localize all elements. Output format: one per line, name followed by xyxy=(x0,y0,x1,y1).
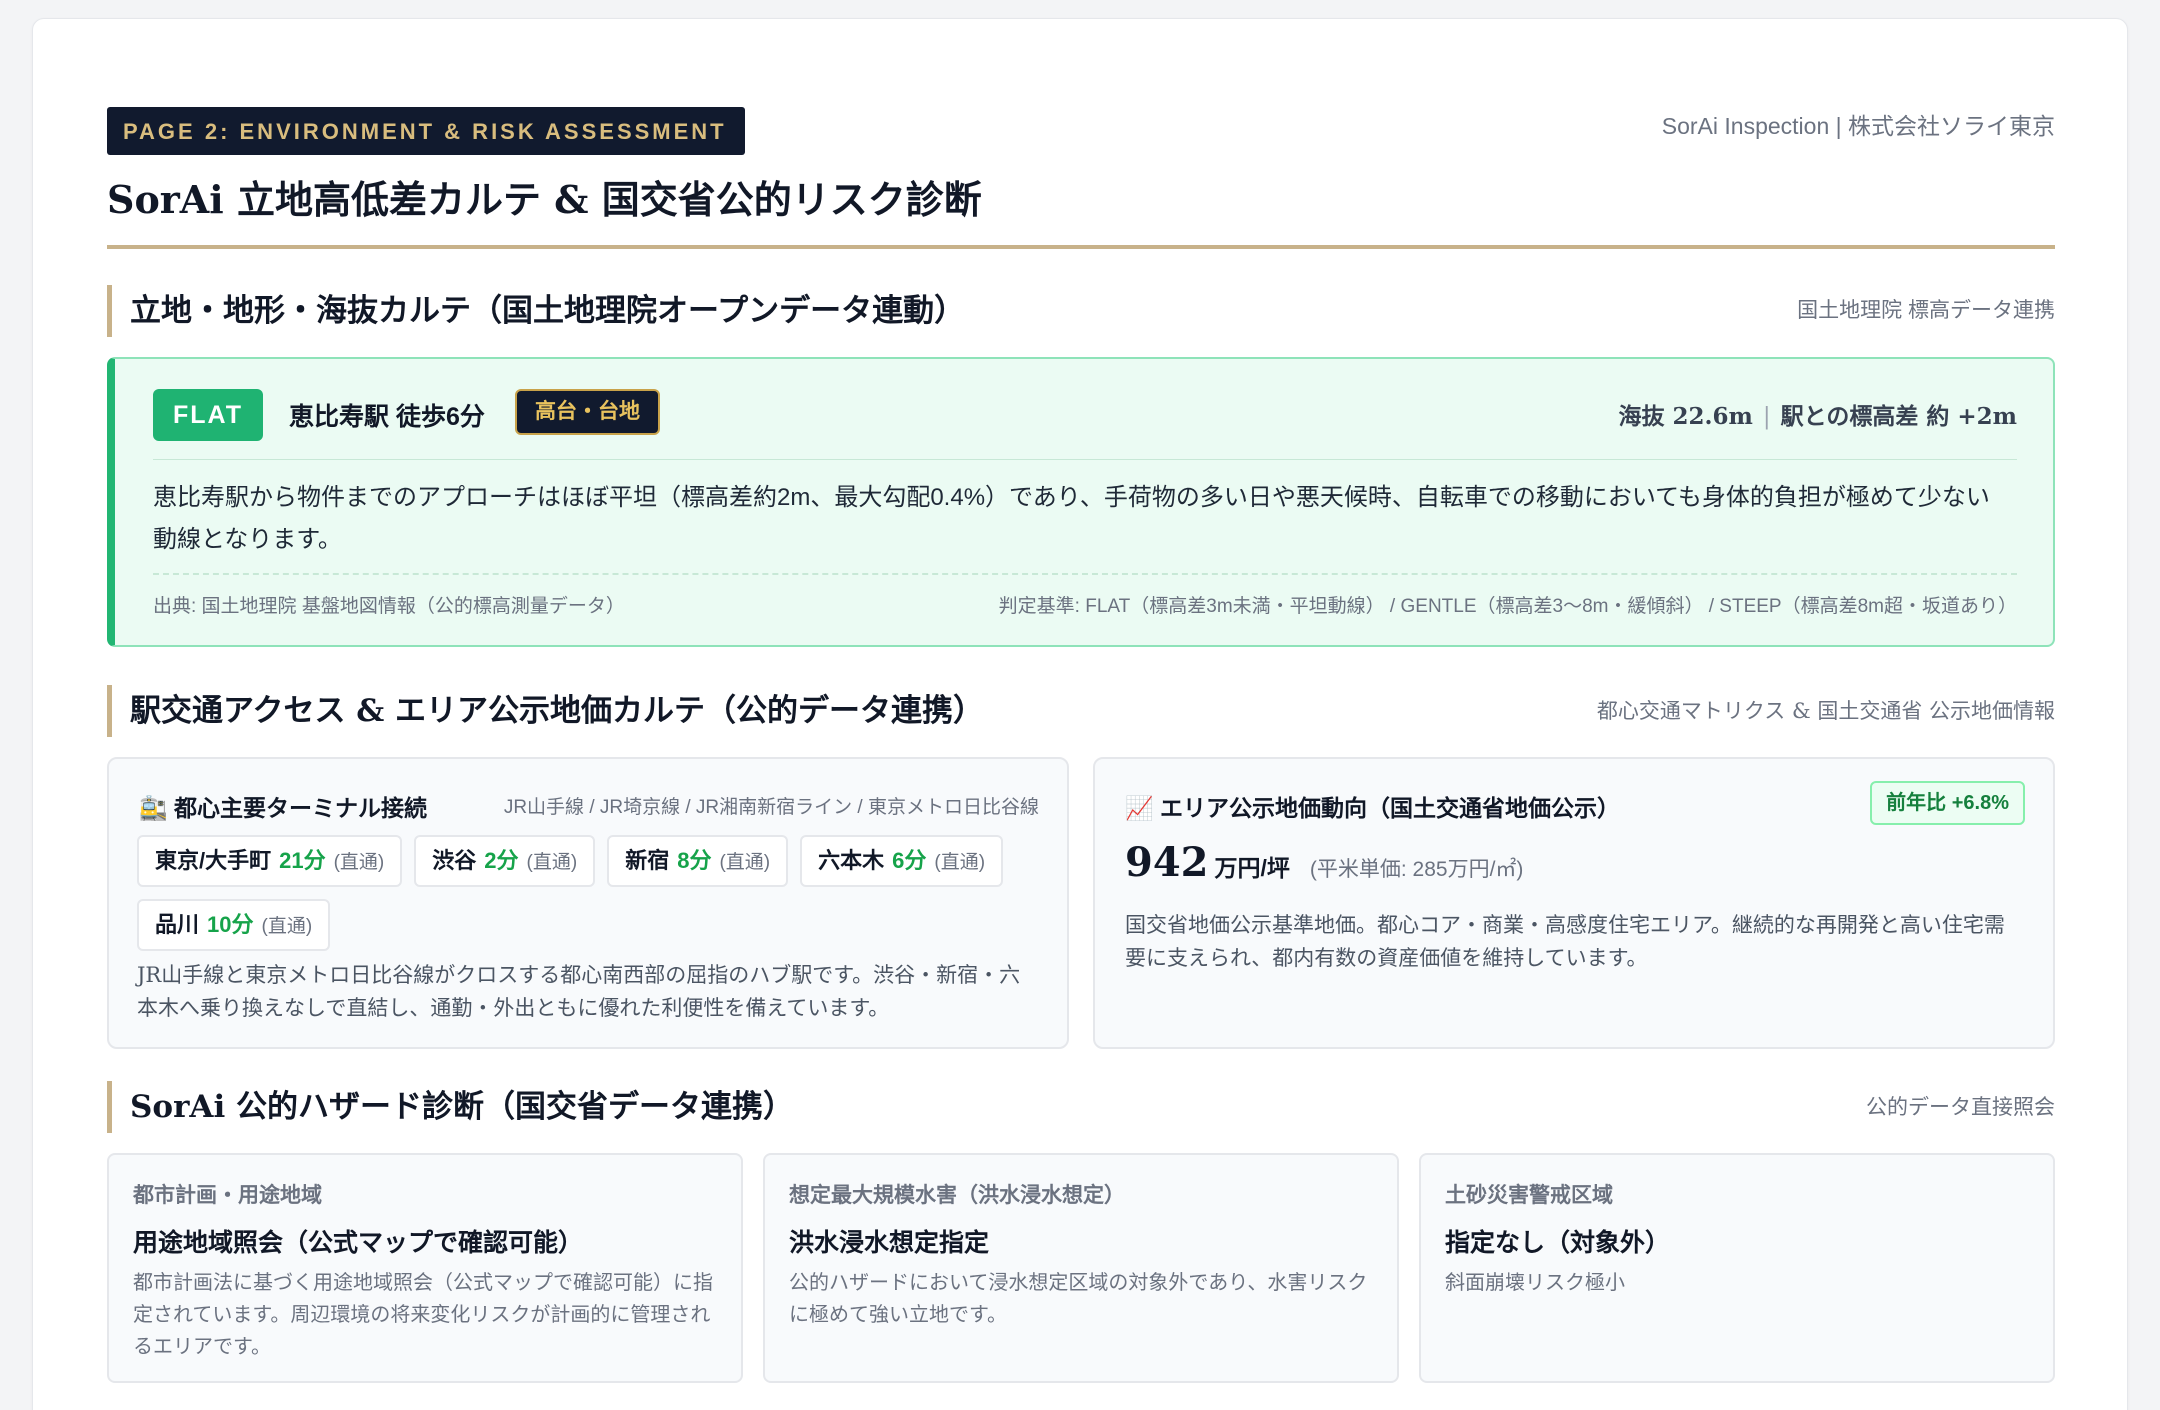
elevation-separator: | xyxy=(1762,404,1771,430)
destination-name: 東京/大手町 xyxy=(155,848,272,873)
hazard-label: 都市計画・用途地域 xyxy=(133,1184,322,1207)
destination-minutes: 21分 xyxy=(279,848,326,873)
land-price-title: 📈 エリア公示地価動向（国土交通省地価公示） xyxy=(1125,789,1620,823)
hazard-card-landslide: 土砂災害警戒区域 指定なし（対象外） 斜面崩壊リスク極小 xyxy=(1419,1153,2055,1383)
page-content: PAGE 2: ENVIRONMENT & RISK ASSESSMENT So… xyxy=(107,89,2055,1383)
yoy-badge: 前年比 +6.8% xyxy=(1870,781,2025,825)
terrain-source: 出典: 国土地理院 基盤地図情報（公的標高測量データ） xyxy=(153,596,625,617)
hazard-label: 想定最大規模水害（洪水浸水想定） xyxy=(789,1184,1125,1207)
destination-chip: 東京/大手町 21分 (直通) xyxy=(137,835,403,887)
destination-chip: 品川 10分 (直通) xyxy=(137,899,331,951)
page-header: PAGE 2: ENVIRONMENT & RISK ASSESSMENT So… xyxy=(107,89,2055,249)
terrain-section-header: 立地・地形・海抜カルテ（国土地理院オープンデータ連動） 国土地理院 標高データ連… xyxy=(107,285,2055,337)
destination-chip: 新宿 8分 (直通) xyxy=(607,835,789,887)
hazard-description: 都市計画法に基づく用途地域照会（公式マップで確認可能）に指定されています。周辺環… xyxy=(133,1272,713,1358)
transit-description: JR山手線と東京メトロ日比谷線がクロスする都心南西部の屈指のハブ駅です。渋谷・新… xyxy=(137,963,1021,1020)
price-number: 942 xyxy=(1125,839,1209,886)
destination-chips: 東京/大手町 21分 (直通) 渋谷 2分 (直通) 新宿 8分 (直通) 六本木 6分 (直通… xyxy=(137,835,1037,951)
destination-name: 品川 xyxy=(155,912,200,937)
destination-note: (直通) xyxy=(261,916,313,937)
hazard-value: 用途地域照会（公式マップで確認可能） xyxy=(133,1229,584,1257)
station-walk: 恵比寿駅 徒歩6分 xyxy=(289,403,485,431)
destination-name: 新宿 xyxy=(625,848,670,873)
elevation-info: 海抜 22.6m | 駅との標高差 約 +2m xyxy=(1618,397,2017,431)
destination-chip: 六本木 6分 (直通) xyxy=(800,835,1004,887)
transit-lines: JR山手線 / JR埼京線 / JR湘南新宿ライン / 東京メトロ日比谷線 xyxy=(503,797,1039,818)
terrain-section-note: 国土地理院 標高データ連携 xyxy=(1797,299,2055,322)
hazard-card-flood: 想定最大規模水害（洪水浸水想定） 洪水浸水想定指定 公的ハザードにおいて浸水想定… xyxy=(763,1153,1399,1383)
page-title: SorAi 立地高低差カルテ & 国交省公的リスク診断 xyxy=(107,177,982,222)
destination-note: (直通) xyxy=(526,852,578,873)
hazard-label: 土砂災害警戒区域 xyxy=(1445,1184,1613,1207)
transit-card: 🚉 都心主要ターミナル接続 JR山手線 / JR埼京線 / JR湘南新宿ライン … xyxy=(107,757,1069,1049)
hazard-card-zoning: 都市計画・用途地域 用途地域照会（公式マップで確認可能） 都市計画法に基づく用途… xyxy=(107,1153,743,1383)
access-section-header: 駅交通アクセス & エリア公示地価カルテ（公的データ連携） 都心交通マトリクス … xyxy=(107,685,2055,737)
hazard-section-title: SorAi 公的ハザード診断（国交省データ連携） xyxy=(130,1089,795,1125)
destination-name: 渋谷 xyxy=(432,848,477,873)
hazard-value: 指定なし（対象外） xyxy=(1445,1229,1671,1257)
station-elevation-diff: 駅との標高差 約 +2m xyxy=(1780,403,2017,430)
chart-up-icon: 📈 xyxy=(1125,795,1154,821)
terrain-card: FLAT 恵比寿駅 徒歩6分 高台・台地 海抜 22.6m | 駅との標高差 約 +… xyxy=(107,357,2055,647)
access-section-note: 都心交通マトリクス & 国土交通省 公示地価情報 xyxy=(1596,699,2055,723)
company-name: SorAi Inspection | 株式会社ソライ東京 xyxy=(1661,113,2055,139)
hazard-section-note: 公的データ直接照会 xyxy=(1866,1095,2055,1119)
train-icon: 🚉 xyxy=(139,795,168,821)
terrain-section-title: 立地・地形・海抜カルテ（国土地理院オープンデータ連動） xyxy=(130,293,966,329)
terrain-dashed-divider xyxy=(153,573,2017,575)
land-price-card: 📈 エリア公示地価動向（国土交通省地価公示） 前年比 +6.8% 942 万円/坪… xyxy=(1093,757,2055,1049)
destination-minutes: 2分 xyxy=(484,848,519,873)
area-tag: 高台・台地 xyxy=(515,389,660,435)
hazard-description: 公的ハザードにおいて浸水想定区域の対象外であり、水害リスクに極めて強い立地です。 xyxy=(789,1272,1368,1326)
land-price-title-text: エリア公示地価動向（国土交通省地価公示） xyxy=(1160,795,1621,821)
destination-minutes: 6分 xyxy=(892,848,927,873)
price-unit: 万円/坪 xyxy=(1214,855,1290,881)
destination-minutes: 10分 xyxy=(207,912,254,937)
destination-chip: 渋谷 2分 (直通) xyxy=(414,835,596,887)
destination-name: 六本木 xyxy=(818,848,885,873)
destination-minutes: 8分 xyxy=(677,848,712,873)
transit-title: 🚉 都心主要ターミナル接続 xyxy=(139,789,427,823)
report-page: PAGE 2: ENVIRONMENT & RISK ASSESSMENT So… xyxy=(32,18,2128,1410)
price-per-sqm: (平米単価: 285万円/㎡) xyxy=(1309,858,1524,881)
hazard-value: 洪水浸水想定指定 xyxy=(789,1229,990,1257)
hazard-section-header: SorAi 公的ハザード診断（国交省データ連携） 公的データ直接照会 xyxy=(107,1081,2055,1133)
terrain-criteria: 判定基準: FLAT（標高差3m未満・平坦動線） / GENTLE（標高差3〜8… xyxy=(998,596,2017,617)
land-price-value: 942 万円/坪 (平米単価: 285万円/㎡) xyxy=(1125,839,1523,886)
transit-title-text: 都心主要ターミナル接続 xyxy=(174,795,428,821)
elevation-value: 海抜 22.6m xyxy=(1618,403,1753,430)
destination-note: (直通) xyxy=(719,852,771,873)
hazard-cards: 都市計画・用途地域 用途地域照会（公式マップで確認可能） 都市計画法に基づく用途… xyxy=(107,1153,2055,1383)
destination-note: (直通) xyxy=(333,852,385,873)
terrain-divider xyxy=(153,459,2017,460)
destination-note: (直通) xyxy=(934,852,986,873)
terrain-description: 恵比寿駅から物件までのアプローチはほぼ平坦（標高差約2m、最大勾配0.4%）であ… xyxy=(153,484,1990,553)
slope-badge: FLAT xyxy=(153,389,263,441)
page-badge: PAGE 2: ENVIRONMENT & RISK ASSESSMENT xyxy=(107,107,745,155)
land-price-description: 国交省地価公示基準地価。都心コア・商業・高感度住宅エリア。継続的な再開発と高い住… xyxy=(1125,913,2005,970)
hazard-description: 斜面崩壊リスク極小 xyxy=(1445,1272,1625,1294)
